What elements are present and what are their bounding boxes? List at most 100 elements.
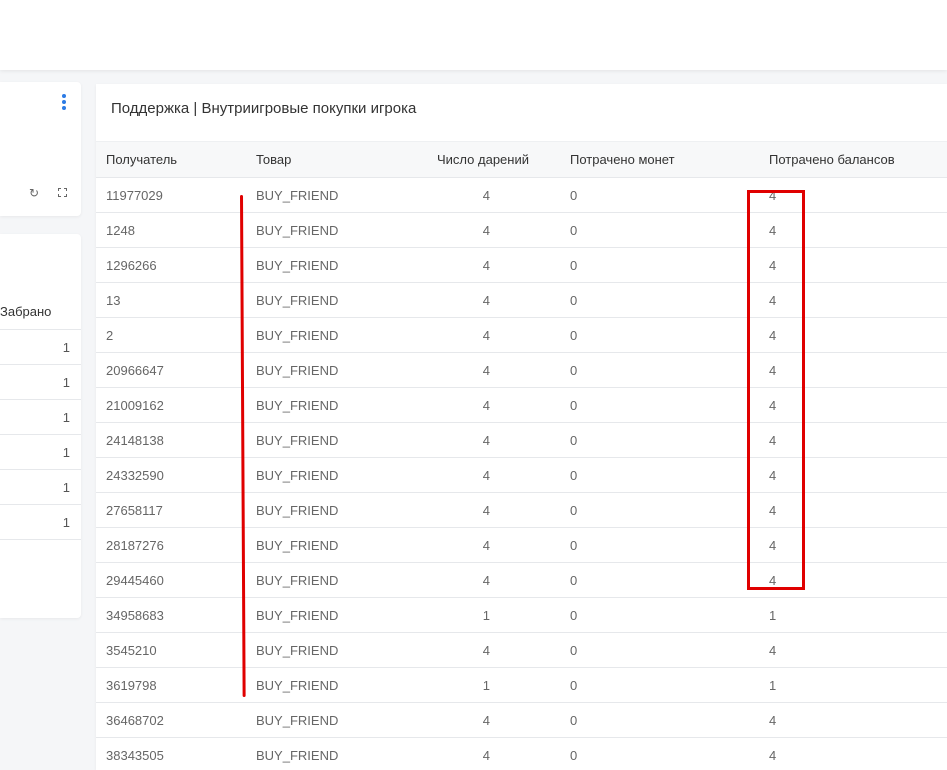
table-row[interactable]: 11977029 BUY_FRIEND 4 0 4 — [96, 178, 947, 213]
left-table-row: 1 — [0, 400, 81, 435]
cell-gifts: 4 — [482, 188, 490, 203]
cell-recipient: 34958683 — [106, 608, 164, 623]
cell-balances: 1 — [769, 678, 777, 693]
table-row[interactable]: 2 BUY_FRIEND 4 0 4 — [96, 318, 947, 353]
table-row[interactable]: 36468702 BUY_FRIEND 4 0 4 — [96, 703, 947, 738]
cell-recipient: 13 — [106, 293, 121, 308]
cell-item: BUY_FRIEND — [256, 223, 339, 238]
cell-gifts: 4 — [482, 328, 490, 343]
cell-coins: 0 — [570, 328, 578, 343]
cell-coins: 0 — [570, 363, 578, 378]
cell-item: BUY_FRIEND — [256, 398, 339, 413]
column-header-balances[interactable]: Потрачено балансов — [769, 152, 895, 167]
kebab-menu-icon[interactable] — [58, 94, 70, 112]
cell-gifts: 4 — [482, 363, 490, 378]
cell-recipient: 21009162 — [106, 398, 164, 413]
cell-recipient: 28187276 — [106, 538, 164, 553]
left-cell-value: 1 — [62, 340, 70, 355]
cell-coins: 0 — [570, 468, 578, 483]
cell-gifts: 1 — [482, 608, 490, 623]
table-row[interactable]: 38343505 BUY_FRIEND 4 0 4 — [96, 738, 947, 770]
table-header: Получатель Товар Число дарений Потрачено… — [96, 142, 947, 178]
table-row[interactable]: 20966647 BUY_FRIEND 4 0 4 — [96, 353, 947, 388]
column-header-recipient[interactable]: Получатель — [106, 152, 177, 167]
cell-gifts: 1 — [482, 678, 490, 693]
cell-coins: 0 — [570, 398, 578, 413]
cell-coins: 0 — [570, 608, 578, 623]
cell-item: BUY_FRIEND — [256, 188, 339, 203]
expand-icon[interactable] — [58, 188, 67, 197]
table-row[interactable]: 1296266 BUY_FRIEND 4 0 4 — [96, 248, 947, 283]
table-row[interactable]: 29445460 BUY_FRIEND 4 0 4 — [96, 563, 947, 598]
cell-recipient: 20966647 — [106, 363, 164, 378]
cell-coins: 0 — [570, 643, 578, 658]
left-table-header: Забрано — [0, 292, 81, 330]
table-row[interactable]: 28187276 BUY_FRIEND 4 0 4 — [96, 528, 947, 563]
cell-recipient: 11977029 — [106, 188, 163, 203]
left-cell-value: 1 — [62, 515, 70, 530]
left-table-row: 1 — [0, 470, 81, 505]
cell-gifts: 4 — [482, 538, 490, 553]
cell-gifts: 4 — [482, 503, 490, 518]
cell-recipient: 24332590 — [106, 468, 164, 483]
cell-gifts: 4 — [482, 468, 490, 483]
page-title: Поддержка | Внутриигровые покупки игрока — [111, 100, 417, 117]
refresh-icon[interactable]: ↻ — [29, 186, 39, 200]
left-table-row: 1 — [0, 505, 81, 540]
cell-coins: 0 — [570, 258, 578, 273]
cell-gifts: 4 — [482, 643, 490, 658]
cell-coins: 0 — [570, 748, 578, 763]
cell-balances: 4 — [769, 748, 777, 763]
column-header-coins[interactable]: Потрачено монет — [570, 152, 675, 167]
left-cell-value: 1 — [62, 375, 70, 390]
cell-coins: 0 — [570, 223, 578, 238]
table-row[interactable]: 1248 BUY_FRIEND 4 0 4 — [96, 213, 947, 248]
cell-gifts: 4 — [482, 433, 490, 448]
cell-item: BUY_FRIEND — [256, 293, 339, 308]
table-row[interactable]: 13 BUY_FRIEND 4 0 4 — [96, 283, 947, 318]
cell-balances: 4 — [769, 643, 777, 658]
cell-recipient: 1248 — [106, 223, 135, 238]
cell-item: BUY_FRIEND — [256, 258, 339, 273]
cell-recipient: 38343505 — [106, 748, 164, 763]
cell-coins: 0 — [570, 188, 578, 203]
cell-recipient: 3545210 — [106, 643, 157, 658]
table-row[interactable]: 3619798 BUY_FRIEND 1 0 1 — [96, 668, 947, 703]
cell-item: BUY_FRIEND — [256, 573, 339, 588]
cell-item: BUY_FRIEND — [256, 468, 339, 483]
left-cell-value: 1 — [62, 445, 70, 460]
table-row[interactable]: 21009162 BUY_FRIEND 4 0 4 — [96, 388, 947, 423]
left-cell-value: 1 — [62, 410, 70, 425]
cell-item: BUY_FRIEND — [256, 678, 339, 693]
cell-item: BUY_FRIEND — [256, 713, 339, 728]
cell-item: BUY_FRIEND — [256, 503, 339, 518]
column-header-item[interactable]: Товар — [256, 152, 291, 167]
left-table-row: 1 — [0, 365, 81, 400]
top-bar — [0, 0, 947, 70]
table-row[interactable]: 34958683 BUY_FRIEND 1 0 1 — [96, 598, 947, 633]
cell-gifts: 4 — [482, 293, 490, 308]
table-row[interactable]: 3545210 BUY_FRIEND 4 0 4 — [96, 633, 947, 668]
purchases-table-card: Поддержка | Внутриигровые покупки игрока… — [96, 84, 947, 770]
cell-item: BUY_FRIEND — [256, 643, 339, 658]
cell-coins: 0 — [570, 503, 578, 518]
cell-recipient: 29445460 — [106, 573, 164, 588]
cell-item: BUY_FRIEND — [256, 363, 339, 378]
cell-gifts: 4 — [482, 398, 490, 413]
cell-coins: 0 — [570, 538, 578, 553]
cell-coins: 0 — [570, 433, 578, 448]
cell-gifts: 4 — [482, 223, 490, 238]
column-header-gifts[interactable]: Число дарений — [437, 152, 529, 167]
left-column-header: Забрано — [0, 304, 52, 319]
cell-gifts: 4 — [482, 748, 490, 763]
cell-gifts: 4 — [482, 573, 490, 588]
annotation-box — [747, 190, 805, 590]
cell-recipient: 36468702 — [106, 713, 164, 728]
cell-recipient: 24148138 — [106, 433, 164, 448]
cell-recipient: 1296266 — [106, 258, 157, 273]
table-row[interactable]: 24148138 BUY_FRIEND 4 0 4 — [96, 423, 947, 458]
table-row[interactable]: 27658117 BUY_FRIEND 4 0 4 — [96, 493, 947, 528]
cell-coins: 0 — [570, 678, 578, 693]
table-row[interactable]: 24332590 BUY_FRIEND 4 0 4 — [96, 458, 947, 493]
cell-gifts: 4 — [482, 258, 490, 273]
